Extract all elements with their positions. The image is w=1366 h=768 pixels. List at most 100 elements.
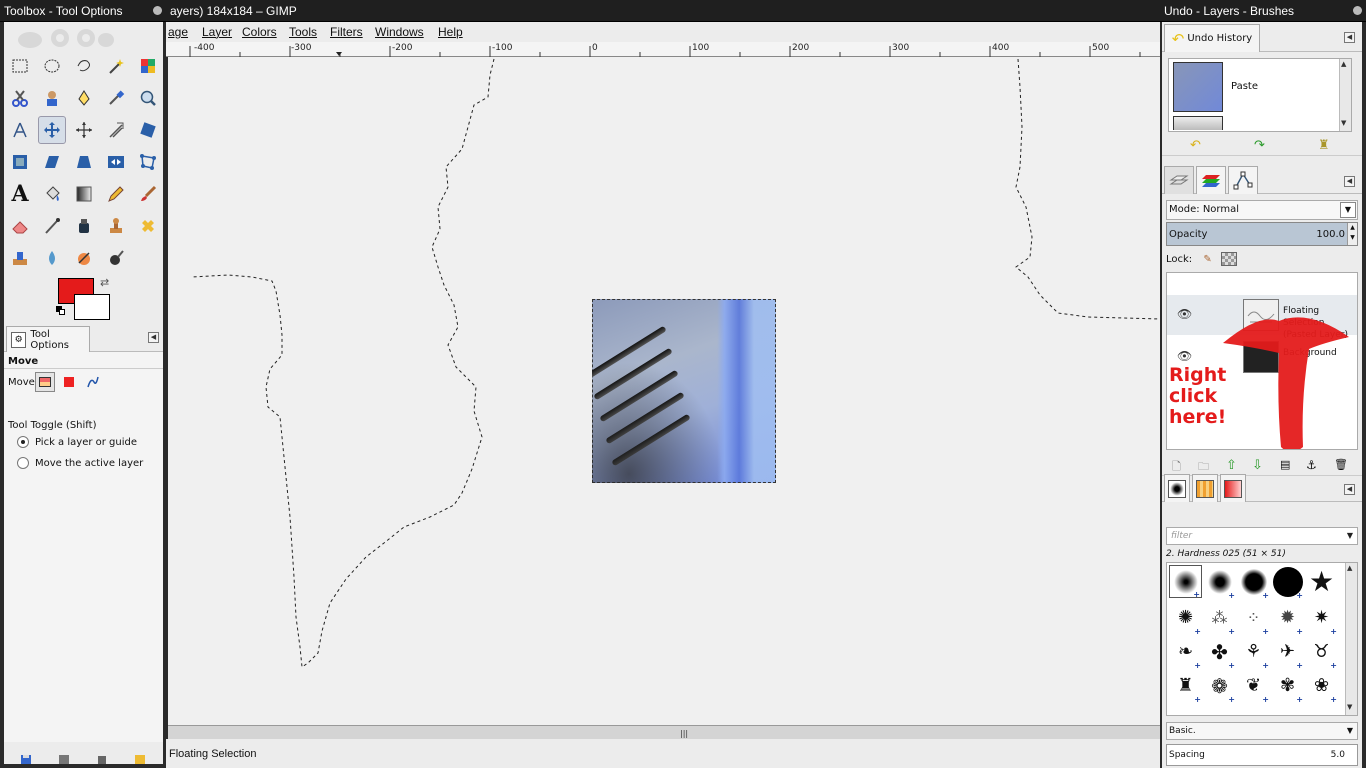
brush-item[interactable]: + xyxy=(1203,565,1236,600)
clear-history-icon[interactable]: ♜ xyxy=(1318,138,1330,153)
brush-preset-select[interactable]: Basic. ▼ xyxy=(1166,722,1358,740)
scissors-select-icon[interactable] xyxy=(6,84,34,112)
airbrush-icon[interactable] xyxy=(38,212,66,240)
clone-icon[interactable] xyxy=(102,212,130,240)
brush-filter-input[interactable]: filter ▼ xyxy=(1166,527,1358,545)
redo-icon[interactable]: ↷ xyxy=(1254,138,1265,153)
ink-icon[interactable] xyxy=(70,212,98,240)
panel-menu-icon[interactable]: ◀ xyxy=(148,332,159,343)
brush-item[interactable]: ✺ + xyxy=(1169,601,1202,636)
move-layer-mode-button[interactable] xyxy=(35,372,55,392)
window-menu-icon[interactable] xyxy=(153,6,162,15)
lock-alpha-icon[interactable] xyxy=(1220,252,1237,266)
undo-entry-label[interactable]: Paste xyxy=(1231,81,1258,92)
crop-icon[interactable] xyxy=(102,116,130,144)
duplicate-layer-icon[interactable]: ▤ xyxy=(1280,458,1290,471)
scroll-up-icon[interactable]: ▲ xyxy=(1341,60,1346,68)
rect-select-icon[interactable] xyxy=(6,52,34,80)
brush-item[interactable]: + xyxy=(1271,565,1304,600)
brush-item[interactable]: ★ xyxy=(1305,565,1338,598)
scrollbar-grip-icon[interactable]: ||| xyxy=(680,729,688,738)
save-options-icon[interactable] xyxy=(20,754,32,764)
brush-item[interactable]: ⚘ + xyxy=(1237,635,1270,670)
tab-patterns[interactable] xyxy=(1192,474,1218,502)
move-active-layer-option[interactable]: Move the active layer xyxy=(17,457,143,469)
zoom-icon[interactable] xyxy=(134,84,162,112)
dodge-burn-icon[interactable] xyxy=(102,244,130,272)
spacing-slider[interactable]: Spacing 5.0 xyxy=(1166,744,1358,766)
toolbox-titlebar[interactable]: Toolbox - Tool Options xyxy=(0,0,166,22)
lock-pixels-icon[interactable]: ✎ xyxy=(1203,254,1211,265)
image-window-titlebar[interactable]: ayers) 184x184 – GIMP xyxy=(166,0,1160,22)
bucket-fill-icon[interactable] xyxy=(38,180,66,208)
panel-menu-icon[interactable]: ◀ xyxy=(1344,484,1355,495)
horizontal-scrollbar[interactable]: ||| xyxy=(168,725,1160,739)
tab-gradients[interactable] xyxy=(1220,474,1246,502)
tab-paths[interactable] xyxy=(1228,166,1258,194)
smudge-icon[interactable] xyxy=(70,244,98,272)
flip-icon[interactable] xyxy=(102,148,130,176)
undo-history-list[interactable]: Paste ▲ ▼ xyxy=(1168,58,1352,132)
menu-layer[interactable]: Layer xyxy=(202,25,232,39)
window-menu-icon[interactable] xyxy=(1353,6,1362,15)
opacity-spin-buttons[interactable]: ▲ ▼ xyxy=(1347,223,1357,245)
delete-options-icon[interactable] xyxy=(96,754,108,764)
brush-item[interactable]: ❦ + xyxy=(1237,669,1270,704)
brush-item[interactable]: ✹ + xyxy=(1271,601,1304,636)
menu-colors[interactable]: Colors xyxy=(242,25,277,39)
tab-brushes[interactable] xyxy=(1164,474,1190,502)
perspective-clone-icon[interactable] xyxy=(6,244,34,272)
raise-layer-icon[interactable]: ⇧ xyxy=(1226,458,1237,473)
color-picker-icon[interactable] xyxy=(102,84,130,112)
anchor-layer-icon[interactable]: ⚓ xyxy=(1306,458,1317,472)
paintbrush-icon[interactable] xyxy=(134,180,162,208)
move-path-mode-button[interactable] xyxy=(83,372,103,392)
panel-menu-icon[interactable]: ◀ xyxy=(1344,32,1355,43)
menu-windows[interactable]: Windows xyxy=(375,25,424,39)
heal-icon[interactable] xyxy=(134,212,162,240)
chevron-down-icon[interactable]: ▼ xyxy=(1347,531,1353,540)
move-tool-icon[interactable] xyxy=(38,116,66,144)
horizontal-ruler[interactable]: -400 -300 -200 -100 0 100 200 300 400 50… xyxy=(166,42,1160,57)
undo-icon[interactable]: ↶ xyxy=(1190,138,1201,153)
undo-scrollbar[interactable]: ▲ ▼ xyxy=(1339,59,1351,131)
pick-layer-option[interactable]: Pick a layer or guide xyxy=(17,436,137,448)
brush-item[interactable]: + xyxy=(1237,565,1270,600)
align-icon[interactable] xyxy=(70,116,98,144)
delete-layer-icon[interactable]: 🗑 xyxy=(1334,458,1348,471)
chevron-down-icon[interactable]: ▼ xyxy=(1340,202,1356,218)
brush-item[interactable]: ✷ + xyxy=(1305,601,1338,636)
scroll-up-icon[interactable]: ▲ xyxy=(1347,564,1352,572)
menu-filters[interactable]: Filters xyxy=(330,25,363,39)
eraser-icon[interactable] xyxy=(6,212,34,240)
reset-colors-icon[interactable] xyxy=(56,306,66,316)
brush-scrollbar[interactable]: ▲ ▼ xyxy=(1345,563,1357,715)
swap-colors-icon[interactable]: ⇄ xyxy=(100,276,109,289)
tab-undo-history[interactable]: ↶ Undo History xyxy=(1164,24,1260,52)
brush-item[interactable]: ❀ + xyxy=(1305,669,1338,704)
reset-options-icon[interactable] xyxy=(134,754,146,764)
text-tool-icon[interactable]: A xyxy=(6,180,34,208)
blend-icon[interactable] xyxy=(70,180,98,208)
move-selection-mode-button[interactable] xyxy=(59,372,79,392)
menu-image[interactable]: age xyxy=(168,25,188,39)
blur-sharpen-icon[interactable] xyxy=(38,244,66,272)
tab-layers[interactable] xyxy=(1164,166,1194,194)
cage-transform-icon[interactable] xyxy=(134,148,162,176)
menu-help[interactable]: Help xyxy=(438,25,463,39)
panel-menu-icon[interactable]: ◀ xyxy=(1344,176,1355,187)
scroll-down-icon[interactable]: ▼ xyxy=(1341,119,1346,127)
brush-item[interactable]: ❁ + xyxy=(1203,669,1236,705)
radio-button[interactable] xyxy=(17,436,29,448)
background-color-swatch[interactable] xyxy=(74,294,110,320)
fuzzy-select-icon[interactable] xyxy=(102,52,130,80)
restore-options-icon[interactable] xyxy=(58,754,70,764)
brush-grid[interactable]: + + + + ★ ✺ + ⁂ + ⁘ + ✹ + ✷ + ❧ + ✤ + ⚘ + ✈ + ♉ + … xyxy=(1166,562,1358,716)
brush-item[interactable]: ⁘ + xyxy=(1237,601,1270,636)
scroll-down-icon[interactable]: ▼ xyxy=(1347,703,1352,711)
brush-item[interactable]: ❧ + xyxy=(1169,635,1202,670)
radio-button[interactable] xyxy=(17,457,29,469)
select-by-color-icon[interactable] xyxy=(134,52,162,80)
floating-selection-image[interactable] xyxy=(592,299,776,483)
measure-icon[interactable] xyxy=(6,116,34,144)
